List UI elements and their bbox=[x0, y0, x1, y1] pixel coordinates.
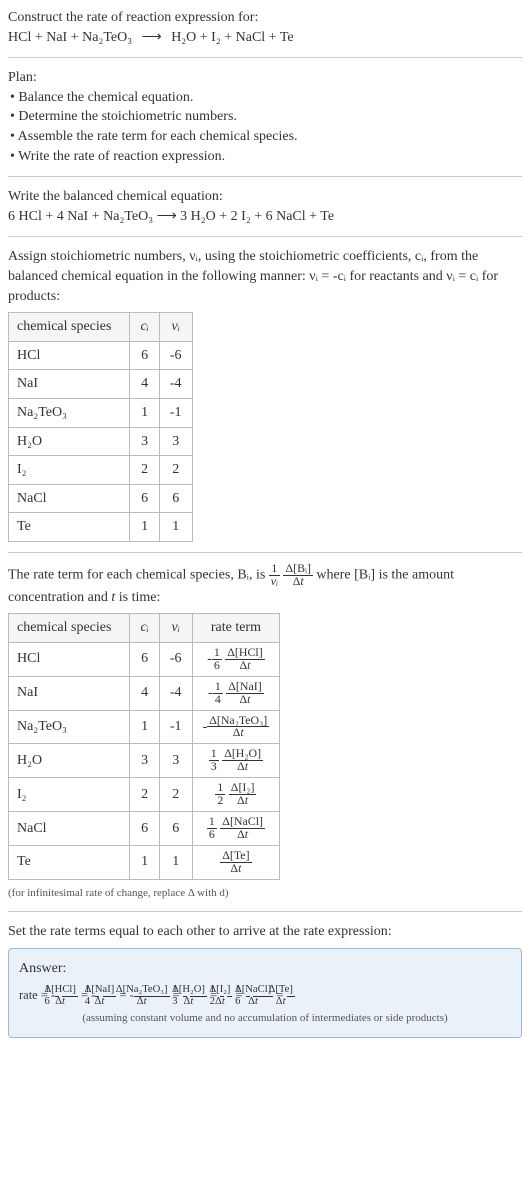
table-row: HCl6-6 bbox=[9, 341, 193, 370]
plan-item: Balance the chemical equation. bbox=[10, 88, 522, 108]
plan-item: Write the rate of reaction expression. bbox=[10, 147, 522, 167]
table-row: Te11Δ[Te]Δt bbox=[9, 845, 280, 879]
table-row: H₂O3313 Δ[H₂O]Δt bbox=[9, 744, 280, 778]
table-row: I₂2212 Δ[I₂]Δt bbox=[9, 778, 280, 812]
table-row: Te11 bbox=[9, 513, 193, 542]
divider bbox=[8, 911, 522, 912]
rate-cell: Δ[Te]Δt bbox=[192, 845, 280, 879]
plan-title: Plan: bbox=[8, 68, 522, 88]
divider bbox=[8, 552, 522, 553]
rate-cell: -14 Δ[NaI]Δt bbox=[192, 676, 280, 710]
products: H₂O + I₂ + NaCl + Te bbox=[171, 30, 293, 45]
table-header-row: chemical species cᵢ νᵢ rate term bbox=[9, 614, 280, 643]
stoich-table: chemical species cᵢ νᵢ HCl6-6 NaI4-4 Na₂… bbox=[8, 312, 193, 542]
balanced-equation: 6 HCl + 4 NaI + Na₂TeO₃ ⟶ 3 H₂O + 2 I₂ +… bbox=[8, 207, 522, 227]
rate-cell: 13 Δ[H₂O]Δt bbox=[192, 744, 280, 778]
rate-cell: -16 Δ[HCl]Δt bbox=[192, 642, 280, 676]
rate-cell: -Δ[Na₂TeO₃]Δt bbox=[192, 710, 280, 744]
final-intro: Set the rate terms equal to each other t… bbox=[8, 922, 522, 942]
plan-section: Plan: Balance the chemical equation. Det… bbox=[8, 68, 522, 166]
rate-cell: 16 Δ[NaCl]Δt bbox=[192, 811, 280, 845]
col-vi: νᵢ bbox=[159, 313, 192, 342]
unbalanced-equation: HCl + NaI + Na₂TeO₃ ⟶ H₂O + I₂ + NaCl + … bbox=[8, 28, 522, 48]
problem-header: Construct the rate of reaction expressio… bbox=[8, 8, 522, 47]
reactants: HCl + NaI + Na₂TeO₃ bbox=[8, 30, 132, 45]
fraction: Δ[Bᵢ]Δt bbox=[283, 563, 312, 588]
plan-item: Determine the stoichiometric numbers. bbox=[10, 107, 522, 127]
table-row: I₂22 bbox=[9, 456, 193, 485]
stoich-intro: Assign stoichiometric numbers, νᵢ, using… bbox=[8, 247, 522, 306]
table-row: Na₂TeO₃1-1-Δ[Na₂TeO₃]Δt bbox=[9, 710, 280, 744]
balanced-title: Write the balanced chemical equation: bbox=[8, 187, 522, 207]
fraction: 1νᵢ bbox=[269, 563, 280, 588]
divider bbox=[8, 236, 522, 237]
rate-cell: 12 Δ[I₂]Δt bbox=[192, 778, 280, 812]
table-row: NaI4-4-14 Δ[NaI]Δt bbox=[9, 676, 280, 710]
answer-box: Answer: rate = -16 Δ[HCl]Δt = -14 Δ[NaI]… bbox=[8, 948, 522, 1038]
table-row: H₂O33 bbox=[9, 427, 193, 456]
table-header-row: chemical species cᵢ νᵢ bbox=[9, 313, 193, 342]
divider bbox=[8, 176, 522, 177]
plan-list: Balance the chemical equation. Determine… bbox=[8, 88, 522, 166]
answer-note: (assuming constant volume and no accumul… bbox=[19, 1011, 511, 1026]
table-note: (for infinitesimal rate of change, repla… bbox=[8, 886, 522, 901]
table-row: NaI4-4 bbox=[9, 370, 193, 399]
table-row: NaCl66 bbox=[9, 484, 193, 513]
rate-term-table: chemical species cᵢ νᵢ rate term HCl6-6-… bbox=[8, 613, 280, 879]
rate-term-intro: The rate term for each chemical species,… bbox=[8, 563, 522, 607]
problem-title: Construct the rate of reaction expressio… bbox=[8, 8, 522, 28]
table-row: NaCl6616 Δ[NaCl]Δt bbox=[9, 811, 280, 845]
answer-label: Answer: bbox=[19, 959, 511, 979]
arrow-icon: ⟶ bbox=[142, 30, 162, 45]
col-species: chemical species bbox=[9, 313, 130, 342]
col-ci: cᵢ bbox=[130, 313, 159, 342]
table-row: Na₂TeO₃1-1 bbox=[9, 398, 193, 427]
table-row: HCl6-6-16 Δ[HCl]Δt bbox=[9, 642, 280, 676]
rate-expression: rate = -16 Δ[HCl]Δt = -14 Δ[NaI]Δt = -Δ[… bbox=[19, 984, 511, 1007]
divider bbox=[8, 57, 522, 58]
balanced-section: Write the balanced chemical equation: 6 … bbox=[8, 187, 522, 226]
plan-item: Assemble the rate term for each chemical… bbox=[10, 127, 522, 147]
